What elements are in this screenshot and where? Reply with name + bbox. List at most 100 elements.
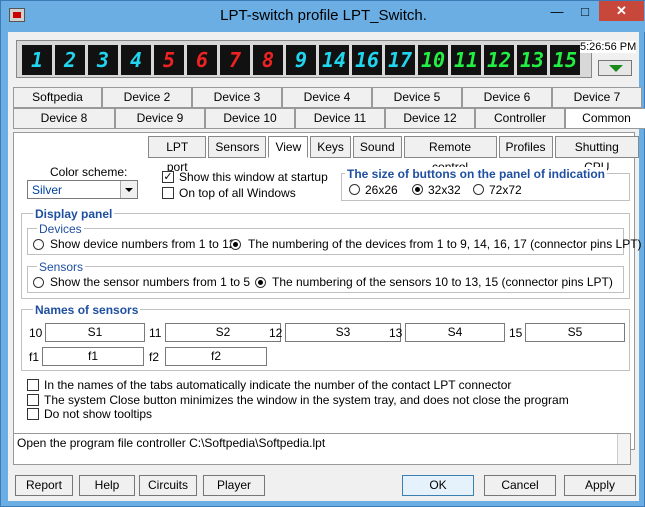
sensor-name-11-input[interactable]: S2 — [165, 323, 281, 342]
sensor-label-12: 12 — [269, 326, 283, 340]
ok-button[interactable]: OK — [402, 475, 474, 496]
close-minimizes-checkbox[interactable] — [27, 394, 39, 406]
size-32-radio[interactable] — [412, 184, 423, 195]
log-scrollbar[interactable] — [617, 434, 630, 464]
expand-button[interactable] — [598, 60, 632, 76]
sensor-label-11: 11 — [149, 326, 162, 340]
show-startup-label: Show this window at startup — [179, 170, 328, 184]
color-scheme-value: Silver — [32, 183, 63, 197]
cancel-button[interactable]: Cancel — [484, 475, 556, 496]
sensor-name-12-input[interactable]: S3 — [285, 323, 401, 342]
tab-common[interactable]: Common — [565, 108, 645, 129]
tab-controller[interactable]: Controller — [475, 108, 565, 129]
size-72-radio[interactable] — [473, 184, 484, 195]
tab-device-12[interactable]: Device 12 — [385, 108, 475, 129]
sensor-name-10-input[interactable]: S1 — [45, 323, 145, 342]
chevron-down-icon[interactable] — [120, 181, 137, 198]
color-scheme-select[interactable]: Silver — [27, 180, 138, 199]
close-button[interactable]: ✕ — [599, 1, 644, 21]
led-button[interactable]: 17 — [385, 45, 415, 75]
main-window: LPT-switch profile LPT_Switch. — □ ✕ 123… — [0, 0, 645, 507]
button-size-title: The size of buttons on the panel of indi… — [345, 167, 607, 181]
device-numbers-radio[interactable] — [33, 239, 44, 250]
size-26-radio[interactable] — [349, 184, 360, 195]
player-button[interactable]: Player — [203, 475, 265, 496]
sensor-pins-radio[interactable] — [255, 277, 266, 288]
led-button[interactable]: 6 — [187, 45, 217, 75]
led-button[interactable]: 3 — [88, 45, 118, 75]
sensor-pins-label: The numbering of the sensors 10 to 13, 1… — [272, 275, 613, 289]
subtab-shutting-cpu[interactable]: Shutting CPU — [554, 136, 639, 174]
maximize-button[interactable]: □ — [572, 1, 598, 21]
circuits-button[interactable]: Circuits — [139, 475, 197, 496]
led-button[interactable]: 12 — [484, 45, 514, 75]
led-button[interactable]: 14 — [319, 45, 349, 75]
led-button[interactable]: 11 — [451, 45, 481, 75]
client-area: 1 2 3 4 5 6 7 8 9 14 16 17 10 11 12 13 15 5:26:56 PM Sof… — [8, 32, 645, 501]
sensor-name-15-input[interactable]: S5 — [525, 323, 625, 342]
device-pins-radio[interactable] — [230, 239, 241, 250]
device-numbers-label: Show device numbers from 1 to 12 — [50, 237, 236, 251]
tab-device-10[interactable]: Device 10 — [205, 108, 295, 129]
no-tooltips-checkbox[interactable] — [27, 408, 39, 420]
sensor-label-13: 13 — [389, 326, 403, 340]
sensor-numbers-radio[interactable] — [33, 277, 44, 288]
size-32-label: 32x32 — [428, 183, 461, 197]
sensor-name-13-input[interactable]: S4 — [405, 323, 505, 342]
tab-pin-number-checkbox[interactable] — [27, 379, 39, 391]
size-72-label: 72x72 — [489, 183, 522, 197]
close-minimizes-label: The system Close button minimizes the wi… — [44, 393, 569, 407]
sensor-label-10: 10 — [29, 326, 43, 340]
report-button[interactable]: Report — [15, 475, 73, 496]
minimize-button[interactable]: — — [543, 1, 571, 21]
show-startup-checkbox[interactable]: ✓ — [162, 171, 174, 183]
led-button[interactable]: 10 — [418, 45, 448, 75]
sensor-name-f1-input[interactable]: f1 — [42, 347, 144, 366]
names-title: Names of sensors — [33, 303, 141, 317]
tab-device-2[interactable]: Device 2 — [102, 87, 192, 108]
devices-title: Devices — [37, 222, 84, 236]
led-button[interactable]: 15 — [550, 45, 580, 75]
subtab-lpt-port[interactable]: LPT port — [148, 136, 207, 174]
tab-device-5[interactable]: Device 5 — [372, 87, 462, 108]
tab-device-7[interactable]: Device 7 — [552, 87, 642, 108]
title-bar[interactable]: LPT-switch profile LPT_Switch. — □ ✕ — [1, 1, 645, 32]
sensors-title: Sensors — [37, 260, 86, 274]
led-button[interactable]: 2 — [55, 45, 85, 75]
tab-softpedia[interactable]: Softpedia — [13, 87, 102, 108]
led-button[interactable]: 5 — [154, 45, 184, 75]
subtab-remote-control[interactable]: Remote control — [403, 136, 497, 174]
tab-pin-number-label: In the names of the tabs automatically i… — [44, 378, 512, 392]
tab-device-3[interactable]: Device 3 — [192, 87, 282, 108]
device-tabs-row1: Softpedia Device 2 Device 3 Device 4 Device … — [13, 87, 642, 108]
sensor-numbers-label: Show the sensor numbers from 1 to 5 — [50, 275, 251, 289]
sensor-label-f1: f1 — [29, 350, 40, 364]
display-panel-title: Display panel — [33, 207, 115, 221]
subtab-sensors[interactable]: Sensors — [208, 136, 267, 158]
color-scheme-label: Color scheme: — [50, 165, 128, 179]
led-button[interactable]: 9 — [286, 45, 316, 75]
size-26-label: 26x26 — [365, 183, 398, 197]
led-button[interactable]: 1 — [22, 45, 52, 75]
subtab-view[interactable]: View — [268, 136, 309, 158]
led-button[interactable]: 13 — [517, 45, 547, 75]
tab-device-6[interactable]: Device 6 — [462, 87, 552, 108]
apply-button[interactable]: Apply — [564, 475, 636, 496]
tab-device-9[interactable]: Device 9 — [115, 108, 205, 129]
led-button[interactable]: 16 — [352, 45, 382, 75]
subtab-profiles[interactable]: Profiles — [498, 136, 553, 158]
tab-device-4[interactable]: Device 4 — [282, 87, 372, 108]
subtab-keys[interactable]: Keys — [310, 136, 351, 158]
log-text: Open the program file controller C:\Soft… — [17, 436, 326, 450]
sensor-name-f2-input[interactable]: f2 — [165, 347, 267, 366]
subtab-sound[interactable]: Sound — [352, 136, 402, 158]
tab-device-8[interactable]: Device 8 — [13, 108, 115, 129]
device-pins-label: The numbering of the devices from 1 to 9… — [248, 237, 642, 251]
led-button[interactable]: 4 — [121, 45, 151, 75]
log-area[interactable]: Open the program file controller C:\Soft… — [13, 433, 631, 465]
on-top-checkbox[interactable] — [162, 187, 174, 199]
tab-device-11[interactable]: Device 11 — [295, 108, 385, 129]
led-button[interactable]: 7 — [220, 45, 250, 75]
led-button[interactable]: 8 — [253, 45, 283, 75]
help-button[interactable]: Help — [79, 475, 135, 496]
